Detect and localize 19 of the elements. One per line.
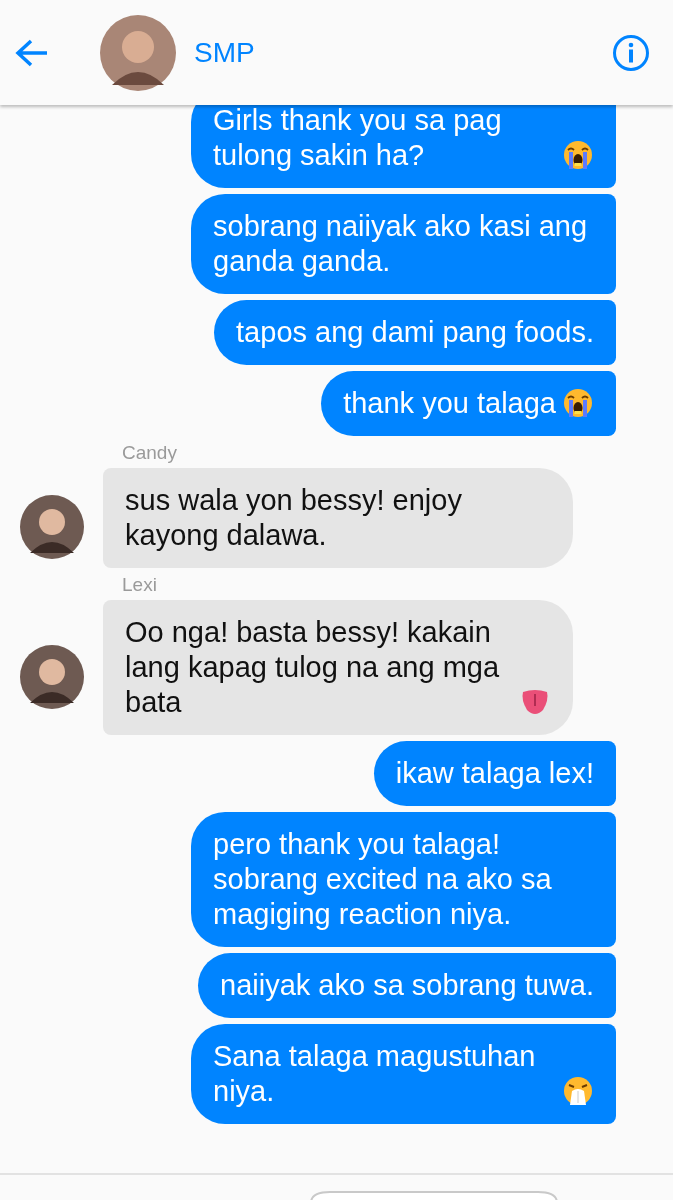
message-text: tapos ang dami pang foods. xyxy=(236,315,594,350)
sender-name: Lexi xyxy=(122,574,158,596)
info-icon[interactable] xyxy=(612,33,650,72)
message-text: Oo nga! basta bessy! kakain lang kapag tulog na ang mga bata xyxy=(125,615,501,720)
message-field[interactable] xyxy=(310,1191,558,1200)
avatar[interactable] xyxy=(100,14,176,91)
message-text: naiiyak ako sa sobrang tuwa. xyxy=(220,968,594,1003)
conversation-title: SMP xyxy=(194,35,255,70)
message-text: sobrang naiiyak ako kasi ang ganda ganda. xyxy=(213,209,588,279)
message-text: sus wala yon bessy! enjoy kayong dalawa. xyxy=(125,483,463,553)
message-text: pero thank you talaga! sobrang excited na ako sa magiging reaction niya. xyxy=(213,827,553,932)
avatar xyxy=(20,495,84,559)
message-text: thank you talaga xyxy=(343,386,556,421)
avatar xyxy=(20,644,84,709)
message-text: ikaw talaga lex! xyxy=(395,756,594,791)
sender-name: Candy xyxy=(122,442,178,464)
message-text: Girls thank you sa pag tulong sakin ha? xyxy=(213,103,503,173)
message-text: Sana talaga magustuhan niya. xyxy=(213,1039,537,1109)
back-arrow-icon[interactable] xyxy=(15,37,49,68)
